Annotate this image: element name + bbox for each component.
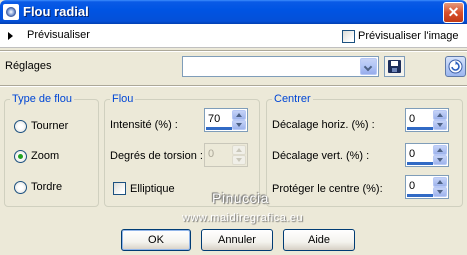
intensity-slider[interactable] [206, 127, 232, 130]
blur-type-title: Type de flou [10, 93, 74, 105]
elliptical-checkbox[interactable] [113, 182, 126, 195]
preview-image-label[interactable]: Prévisualiser l'image [358, 30, 459, 42]
v-offset-label: Décalage vert. (%) : [272, 150, 370, 162]
close-icon: ✕ [447, 4, 460, 20]
radio-zoom[interactable] [14, 150, 27, 163]
divider [0, 50, 467, 52]
protect-center-spinner[interactable]: 0 [405, 175, 449, 199]
help-button[interactable]: Aide [283, 229, 355, 251]
save-icon [388, 60, 401, 73]
dropdown-button[interactable] [360, 58, 377, 75]
blur-title: Flou [110, 93, 136, 105]
h-offset-value[interactable]: 0 [409, 113, 415, 125]
title-bar: Flou radial ✕ [0, 0, 467, 24]
elliptical-label[interactable]: Elliptique [130, 183, 175, 195]
protect-center-label: Protéger le centre (%): [272, 183, 383, 195]
radio-tordre-label[interactable]: Tordre [31, 181, 62, 193]
window-title: Flou radial [23, 4, 89, 19]
radio-tourner-label[interactable]: Tourner [31, 120, 68, 132]
spin-up-icon[interactable] [433, 145, 447, 155]
watermark-name: Pinuccia [212, 190, 269, 206]
protect-center-value[interactable]: 0 [409, 180, 415, 192]
twist-spinner: 0 [204, 143, 248, 167]
cancel-button[interactable]: Annuler [201, 229, 273, 251]
spin-down-icon[interactable] [433, 187, 447, 197]
ok-button[interactable]: OK [121, 229, 191, 251]
spin-up-icon[interactable] [433, 110, 447, 120]
v-offset-slider[interactable] [407, 162, 433, 165]
preview-image-checkbox[interactable] [342, 30, 355, 43]
reset-button[interactable] [445, 56, 466, 77]
chevron-down-icon [363, 62, 373, 72]
spin-down-icon[interactable] [433, 120, 447, 130]
intensity-label: Intensité (%) : [110, 119, 178, 131]
divider [0, 85, 467, 87]
radio-tourner[interactable] [14, 120, 27, 133]
spin-up-icon[interactable] [433, 177, 447, 187]
v-offset-spinner[interactable]: 0 [405, 143, 449, 167]
reset-icon [448, 59, 463, 74]
twist-label: Degrés de torsion : [110, 150, 203, 162]
preview-bar: Prévisualiser Prévisualiser l'image [0, 24, 467, 48]
radio-tordre[interactable] [14, 181, 27, 194]
h-offset-spinner[interactable]: 0 [405, 108, 449, 132]
h-offset-slider[interactable] [407, 127, 433, 130]
spin-down-icon[interactable] [433, 155, 447, 165]
h-offset-label: Décalage horiz. (%) : [272, 119, 375, 131]
save-preset-button[interactable] [384, 56, 405, 77]
presets-label: Réglages [5, 60, 52, 72]
spin-up-icon[interactable] [232, 110, 246, 120]
twist-value: 0 [208, 148, 215, 160]
close-button[interactable]: ✕ [443, 2, 464, 23]
presets-dropdown[interactable] [182, 56, 379, 77]
center-title: Centrer [272, 93, 313, 105]
protect-center-slider[interactable] [407, 194, 433, 197]
watermark-url: www.maidiregrafica.eu [182, 212, 304, 224]
spin-down-icon [232, 155, 246, 165]
v-offset-value[interactable]: 0 [409, 148, 415, 160]
preview-label[interactable]: Prévisualiser [27, 29, 90, 41]
app-icon [3, 4, 19, 20]
spin-up-icon [232, 145, 246, 155]
expand-arrow-icon[interactable] [8, 32, 13, 40]
radio-zoom-label[interactable]: Zoom [31, 150, 59, 162]
spin-down-icon[interactable] [232, 120, 246, 130]
intensity-value[interactable]: 70 [208, 113, 220, 125]
intensity-spinner[interactable]: 70 [204, 108, 248, 132]
